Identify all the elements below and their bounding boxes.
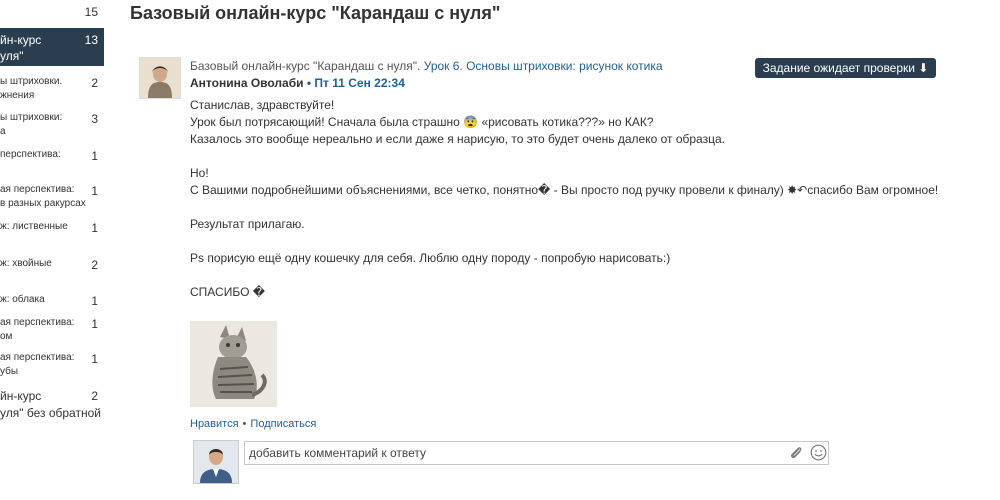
smiley-icon[interactable] bbox=[810, 444, 827, 461]
sidebar-item[interactable]: ая перспектива: ом 1 bbox=[0, 315, 104, 347]
sidebar-item-label: ж: лиственные bbox=[0, 221, 68, 232]
status-badge[interactable]: Задание ожидает проверки ⬇ bbox=[755, 58, 936, 78]
sidebar-item[interactable]: ж: лиственные 1 bbox=[0, 219, 104, 249]
post-line: СПАСИБО � bbox=[190, 285, 266, 299]
lesson-link[interactable]: Урок 6. Основы штриховки: рисунок котика bbox=[424, 59, 663, 73]
post-line: Но! bbox=[190, 166, 209, 180]
sidebar-item-label-line2: в разных ракурсах bbox=[0, 198, 86, 209]
sidebar-item-count: 2 bbox=[91, 389, 98, 403]
sidebar-item-label: ж: облака bbox=[0, 294, 45, 305]
comment-box bbox=[244, 441, 829, 465]
sidebar-item-count: 2 bbox=[91, 258, 98, 272]
sidebar-item-label: йн-курс bbox=[0, 389, 42, 403]
post-actions: Нравится • Подписаться bbox=[190, 418, 316, 430]
post-line-empty bbox=[190, 233, 950, 250]
paperclip-icon[interactable] bbox=[788, 445, 804, 461]
sidebar-item-label-line2: убы bbox=[0, 366, 19, 377]
subscribe-link[interactable]: Подписаться bbox=[250, 418, 316, 430]
post-line-empty bbox=[190, 199, 950, 216]
post-line: Результат прилагаю. bbox=[190, 217, 305, 231]
post-line: Ps порисую ещё одну кошечку для себя. Лю… bbox=[190, 251, 671, 265]
author-avatar[interactable] bbox=[139, 57, 181, 99]
sidebar-item[interactable]: перспектива: 1 bbox=[0, 147, 104, 177]
sidebar-item-count: 3 bbox=[91, 112, 98, 126]
sidebar-item-label: перспектива: bbox=[0, 149, 61, 160]
sidebar-item[interactable]: ж: облака 1 bbox=[0, 292, 104, 314]
sidebar-item[interactable]: ж: хвойные 2 bbox=[0, 256, 104, 286]
post-line-empty bbox=[190, 148, 950, 165]
sidebar-item-label-line2: уля" bbox=[0, 49, 24, 63]
post-line-empty bbox=[190, 267, 950, 284]
like-link[interactable]: Нравится bbox=[190, 418, 239, 430]
sidebar-item-count: 1 bbox=[91, 184, 98, 198]
separator-dot: • bbox=[306, 76, 312, 90]
post-line: Урок был потрясающий! Сначала была страш… bbox=[190, 115, 654, 129]
sidebar-item[interactable]: ая перспектива: в разных ракурсах 1 bbox=[0, 182, 104, 214]
sidebar-item-label: ж: хвойные bbox=[0, 258, 52, 269]
sidebar-item-active[interactable]: йн-курс уля" 13 bbox=[0, 28, 104, 66]
course-name: Базовый онлайн-курс "Карандаш с нуля". bbox=[190, 59, 421, 73]
sidebar-item-label-line2: а bbox=[0, 126, 6, 137]
post-body: Станислав, здравствуйте! Урок был потряс… bbox=[190, 97, 950, 301]
post-date[interactable]: Пт 11 Сен 22:34 bbox=[314, 76, 404, 90]
comment-input[interactable] bbox=[249, 444, 769, 462]
author-name[interactable]: Антонина Оволаби bbox=[190, 76, 304, 90]
post-author-line: Антонина Оволаби • Пт 11 Сен 22:34 bbox=[190, 76, 405, 90]
sidebar-item[interactable]: ы штриховки. жнения 2 bbox=[0, 74, 104, 106]
page-title: Базовый онлайн-курс "Карандаш с нуля" bbox=[130, 3, 501, 23]
attachment-thumbnail[interactable] bbox=[190, 321, 277, 407]
sidebar-item-label-line2: жнения bbox=[0, 90, 35, 101]
sidebar-item-count: 13 bbox=[84, 33, 98, 47]
sidebar-item-label: йн-курс bbox=[0, 33, 42, 47]
sidebar-item[interactable]: йн-курс уля" без обратной 2 bbox=[0, 387, 104, 423]
sidebar-item-label-line2: уля" без обратной bbox=[0, 406, 101, 420]
sidebar-item[interactable]: ая перспектива: убы 1 bbox=[0, 350, 104, 382]
action-separator: • bbox=[242, 418, 247, 430]
post-meta: Базовый онлайн-курс "Карандаш с нуля". У… bbox=[190, 59, 663, 73]
sidebar-item-count: 15 bbox=[84, 5, 98, 19]
sidebar-item-count: 1 bbox=[91, 317, 98, 331]
sidebar-item[interactable]: 15 bbox=[0, 3, 104, 25]
sidebar-item-count: 2 bbox=[91, 76, 98, 90]
post-line: Станислав, здравствуйте! bbox=[190, 98, 335, 112]
sidebar: 15 йн-курс уля" 13 ы штриховки. жнения 2… bbox=[0, 0, 104, 500]
sidebar-item[interactable]: ы штриховки: а 3 bbox=[0, 110, 104, 142]
post-line: С Вашими подробнейшими объяснениями, все… bbox=[190, 183, 939, 197]
sidebar-item-count: 1 bbox=[91, 352, 98, 366]
sidebar-item-label-line2: ом bbox=[0, 331, 13, 342]
sidebar-item-count: 1 bbox=[91, 149, 98, 163]
post-line: Казалось это вообще нереально и если даж… bbox=[190, 132, 725, 146]
sidebar-item-count: 1 bbox=[91, 221, 98, 235]
sidebar-item-count: 1 bbox=[91, 294, 98, 308]
commenter-avatar bbox=[193, 440, 239, 484]
